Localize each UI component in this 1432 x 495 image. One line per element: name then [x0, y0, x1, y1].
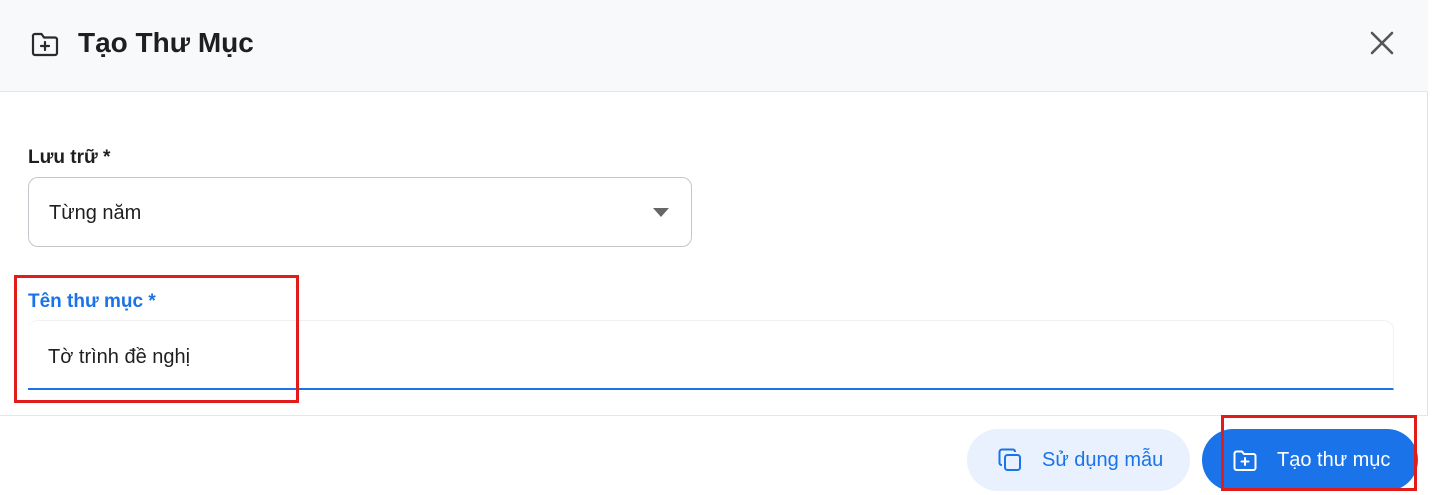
create-folder-button[interactable]: Tạo thư mục [1202, 429, 1418, 491]
dialog-header: Tạo Thư Mục [0, 0, 1428, 92]
close-button[interactable] [1366, 27, 1398, 59]
chevron-down-icon [653, 208, 669, 217]
use-template-label: Sử dụng mẫu [1042, 449, 1164, 471]
folder-name-input[interactable]: Tờ trình đề nghị [28, 320, 1394, 390]
dialog-title: Tạo Thư Mục [78, 27, 254, 58]
storage-label: Lưu trữ * [28, 147, 111, 168]
storage-select[interactable]: Từng năm [28, 177, 692, 247]
storage-select-value: Từng năm [49, 202, 142, 224]
folder-plus-icon [1232, 447, 1258, 473]
folder-name-value: Tờ trình đề nghị [48, 346, 191, 368]
folder-name-label: Tên thư mục * [28, 291, 156, 312]
copy-icon [997, 447, 1023, 473]
close-icon [1366, 31, 1398, 63]
use-template-button[interactable]: Sử dụng mẫu [967, 429, 1190, 491]
create-folder-dialog: Tạo Thư Mục Lưu trữ * Từng năm Tên thư m… [0, 0, 1428, 495]
create-folder-label: Tạo thư mục [1277, 449, 1391, 471]
folder-plus-icon [30, 29, 60, 59]
